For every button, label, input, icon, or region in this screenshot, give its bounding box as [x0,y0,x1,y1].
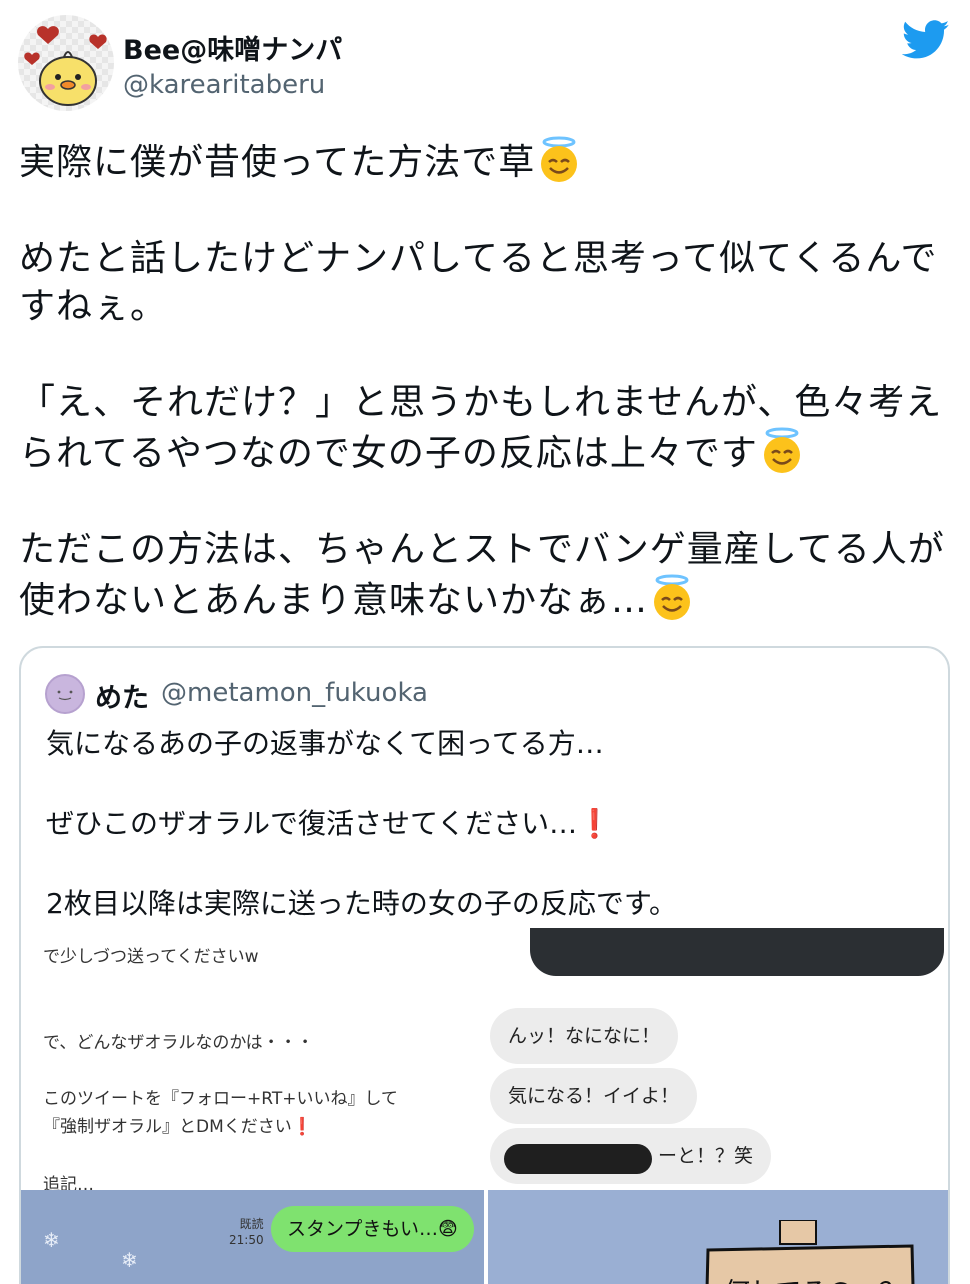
tweet-paragraph: めたと話したけどナンパしてると思考って似てくるんですねぇ。 [19,238,938,327]
quoted-paragraph: ぜひこのザオラルで復活させてください…❗ [46,804,926,844]
author-handle[interactable]: @karearitaberu [123,70,325,100]
author-avatar[interactable] [18,15,114,111]
chat-bubble: スタンプきもい…😨 [271,1206,474,1252]
media-grid: で少しづつ送ってくださいw で、どんなザオラルなのかは・・・ このツイートを『フ… [21,928,948,1284]
chat-bubble-text: ーと！？笑 [658,1145,754,1167]
chat-bubble: 気になる！イイよ！ [490,1068,698,1124]
quoted-author-handle[interactable]: @metamon_fukuoka [161,678,428,708]
smiling-face-with-halo-icon [654,574,691,620]
image-text: 『強制ザオラル』とDMください [43,1117,292,1137]
snowflake-icon: ❄ [43,1228,60,1252]
ditto-face-icon [57,690,73,701]
tweet-text: 実際に僕が昔使ってた方法で草 めたと話したけどナンパしてると思考って似てくるんで… [19,136,949,673]
redacted-dark-bubble [530,928,944,976]
media-image-4[interactable]: 何してるの〜？ [488,1190,948,1284]
image-text-line: このツイートを『フォロー+RT+いいね』して [43,1089,398,1109]
twitter-bird-icon[interactable] [902,20,950,60]
smiling-face-with-halo-icon [763,427,800,473]
media-image-3[interactable]: ❄ ❄ ❄ 既読 21:50 スタンプきもい…😨 [21,1190,484,1284]
chick-avatar-icon [24,26,107,106]
media-image-2[interactable]: んッ！なになに！ 気になる！イイよ！ ーと！？笑 [488,928,948,1194]
quoted-paragraph: 2枚目以降は実際に送った時の女の子の反応です。 [46,887,678,920]
sticker-text: 何してるの〜？ [724,1272,905,1284]
snowflake-icon: ❄ [121,1248,138,1272]
tweet-paragraph-text: ただこの方法は、ちゃんとストでバンゲ量産してる人が使わないとあんまり意味ないかな… [19,529,945,621]
chat-bubble: ーと！？笑 [490,1128,772,1184]
quoted-author-avatar[interactable] [45,674,85,714]
author-name[interactable]: Bee@味噌ナンパ [123,28,342,67]
read-receipt: 既読 21:50 [229,1216,264,1248]
red-exclamation-icon: ❗ [291,1117,313,1137]
chat-bubble: んッ！なになに！ [490,1008,679,1064]
tweet-paragraph: 実際に僕が昔使ってた方法で草 [19,136,949,187]
image-text-line: で、どんなザオラルなのかは・・・ [43,1033,314,1053]
read-time: 21:50 [229,1233,264,1247]
image-text-line: 『強制ザオラル』とDMください❗ [43,1112,313,1137]
read-label: 既読 [239,1217,264,1231]
tweet-paragraph-text: 実際に僕が昔使ってた方法で草 [19,142,536,183]
red-exclamation-icon: ❗ [577,807,613,840]
tweet-paragraph: ただこの方法は、ちゃんとストでバンゲ量産してる人が使わないとあんまり意味ないかな… [19,526,949,625]
image-text-line: で少しづつ送ってくださいw [43,947,259,967]
quoted-paragraph-text: ぜひこのザオラルで復活させてください… [46,807,578,840]
redaction-bar [504,1144,652,1174]
quoted-author-name[interactable]: めた [95,676,149,715]
quoted-tweet-card[interactable]: めた @metamon_fukuoka 気になるあの子の返事がなくて困ってる方…… [19,646,950,1284]
quoted-paragraph: 気になるあの子の返事がなくて困ってる方… [46,727,604,760]
smiling-face-with-halo-icon [541,136,578,182]
media-image-1[interactable]: で少しづつ送ってくださいw で、どんなザオラルなのかは・・・ このツイートを『フ… [21,928,484,1194]
tweet-paragraph: 「え、それだけ？」と思うかもしれませんが、色々考えられてるやつなので女の子の反応… [19,379,949,478]
